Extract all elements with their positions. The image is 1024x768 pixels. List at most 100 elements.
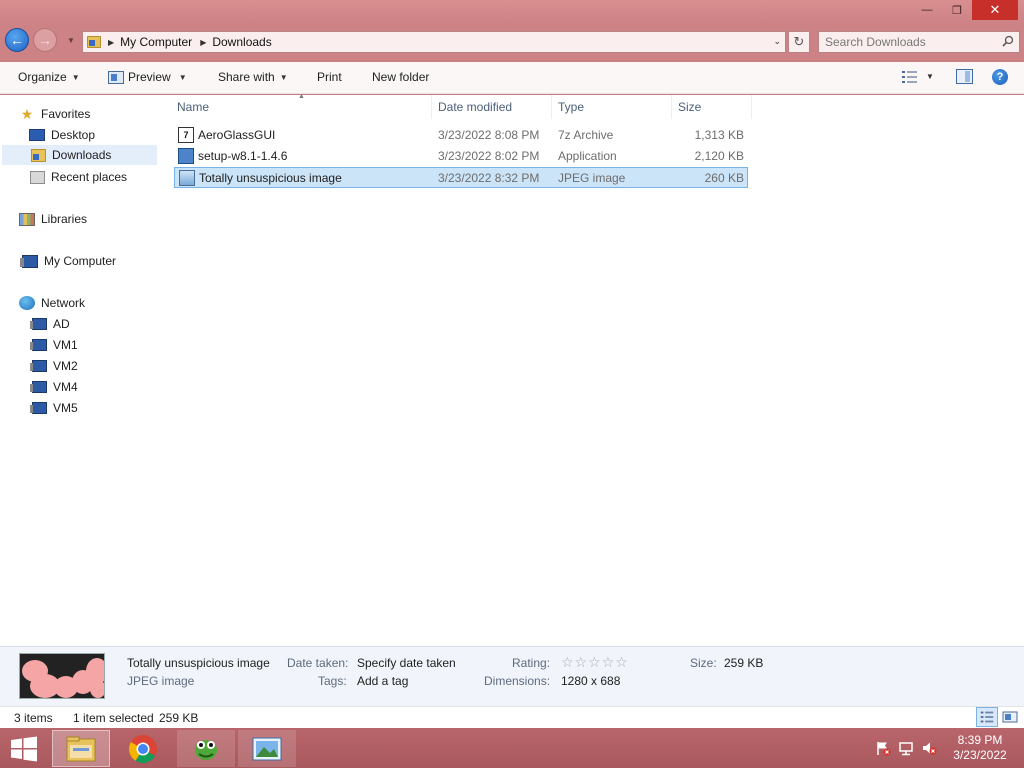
chrome-icon	[129, 734, 157, 763]
system-clock[interactable]: 8:39 PM 3/23/2022	[940, 733, 1020, 763]
restore-button[interactable]: ❐	[942, 0, 972, 20]
file-size: 2,120 KB	[694, 149, 744, 163]
rating-label: Rating:	[512, 656, 551, 670]
taskbar-file-explorer[interactable]	[52, 730, 110, 767]
details-filetype: JPEG image	[127, 674, 195, 688]
command-toolbar: Organize ▼ Preview ▼ Share with ▼ Print …	[0, 62, 1024, 94]
nav-downloads[interactable]: Downloads	[2, 145, 157, 165]
view-options-caret-icon[interactable]: ▼	[926, 72, 934, 81]
column-header-type[interactable]: Type	[552, 95, 672, 119]
taskbar-gecko-app[interactable]	[177, 730, 235, 767]
nav-label: VM1	[53, 338, 78, 352]
address-bar[interactable]: ▶ My Computer ▶ Downloads ⌄	[82, 31, 786, 53]
nav-label: Favorites	[41, 107, 91, 121]
back-button[interactable]: ←	[5, 28, 29, 52]
change-view-icon[interactable]	[902, 70, 918, 84]
nav-favorites[interactable]: ★ Favorites	[19, 104, 91, 124]
column-header-size[interactable]: Size	[672, 95, 752, 119]
rating-stars[interactable]: ☆☆☆☆☆	[561, 654, 629, 671]
size-label: Size:	[690, 656, 717, 670]
volume-muted-icon[interactable]	[921, 740, 937, 756]
share-with-button[interactable]: Share with ▼	[218, 70, 288, 84]
sort-ascending-icon: ▲	[298, 93, 305, 100]
tags-field[interactable]: Add a tag	[357, 674, 408, 688]
taskbar-photo-viewer[interactable]	[238, 730, 296, 767]
search-input[interactable]: Search Downloads	[818, 31, 1020, 53]
chevron-right-icon[interactable]: ▶	[200, 38, 206, 47]
new-folder-button[interactable]: New folder	[372, 70, 429, 84]
nav-label: AD	[53, 317, 70, 331]
nav-recent-places[interactable]: Recent places	[30, 167, 127, 187]
date-taken-field[interactable]: Specify date taken	[357, 656, 456, 670]
main-content: ★ Favorites Desktop Downloads Recent pla…	[0, 93, 1024, 646]
windows-start-icon[interactable]	[10, 736, 38, 762]
clock-time: 8:39 PM	[957, 733, 1003, 747]
computer-icon	[20, 254, 38, 268]
image-icon	[179, 170, 195, 186]
clock-date: 3/23/2022	[953, 748, 1007, 762]
nav-label: Libraries	[41, 212, 88, 226]
window-controls: — ❐ ✕	[912, 0, 1018, 20]
nav-network-host[interactable]: VM2	[30, 356, 78, 376]
column-label: Name	[177, 100, 210, 114]
search-icon[interactable]	[1002, 35, 1014, 47]
file-type: JPEG image	[558, 171, 626, 185]
nav-libraries[interactable]: Libraries	[19, 209, 87, 229]
column-header-date-modified[interactable]: Date modified	[432, 95, 552, 119]
caret-down-icon: ▼	[71, 72, 80, 82]
preview-button[interactable]: Preview ▼	[108, 70, 187, 84]
folder-icon	[87, 36, 101, 48]
taskbar	[0, 728, 1024, 768]
nav-network-host[interactable]: VM4	[30, 377, 78, 397]
breadcrumb-my-computer[interactable]: My Computer	[120, 35, 192, 49]
column-header-name[interactable]: Name ▲	[160, 93, 432, 119]
network-icon	[19, 296, 35, 310]
navigation-bar: ← → ▼ ▶ My Computer ▶ Downloads ⌄ ↻ Sear…	[0, 24, 1024, 60]
file-type: Application	[558, 149, 617, 163]
print-button[interactable]: Print	[317, 70, 342, 84]
search-placeholder: Search Downloads	[825, 35, 926, 49]
nav-network[interactable]: Network	[19, 293, 85, 313]
recent-places-icon	[30, 170, 45, 184]
forward-button[interactable]: →	[33, 28, 57, 52]
file-explorer-icon	[66, 736, 96, 761]
refresh-button[interactable]: ↻	[788, 31, 810, 53]
organize-button[interactable]: Organize ▼	[18, 70, 80, 84]
date-taken-label: Date taken:	[287, 656, 349, 670]
nav-my-computer[interactable]: My Computer	[20, 251, 116, 271]
taskbar-chrome[interactable]	[114, 730, 172, 767]
nav-network-host[interactable]: AD	[30, 314, 70, 334]
close-button[interactable]: ✕	[972, 0, 1018, 20]
file-row[interactable]: 7 AeroGlassGUI 3/23/2022 8:08 PM 7z Arch…	[174, 125, 748, 146]
file-row[interactable]: setup-w8.1-1.4.6 3/23/2022 8:02 PM Appli…	[174, 146, 748, 167]
file-name: AeroGlassGUI	[198, 128, 276, 142]
gecko-app-icon	[195, 739, 217, 760]
network-status-icon[interactable]	[898, 740, 914, 756]
details-view-icon[interactable]	[976, 707, 998, 727]
nav-label: Recent places	[51, 170, 128, 184]
nav-network-host[interactable]: VM5	[30, 398, 78, 418]
column-label: Size	[678, 100, 702, 114]
network-computer-icon	[30, 318, 47, 330]
share-with-label: Share with	[218, 70, 275, 84]
help-icon[interactable]: ?	[992, 69, 1008, 85]
file-name: Totally unsuspicious image	[199, 171, 342, 185]
nav-label: VM2	[53, 359, 78, 373]
preview-pane-icon[interactable]	[956, 69, 973, 84]
file-type: 7z Archive	[558, 128, 614, 142]
nav-network-host[interactable]: VM1	[30, 335, 78, 355]
chevron-down-icon[interactable]: ⌄	[773, 36, 781, 47]
recent-locations-dropdown[interactable]: ▼	[67, 36, 75, 45]
large-icons-view-icon[interactable]	[1000, 707, 1020, 727]
nav-label: VM4	[53, 380, 78, 394]
file-row-selected[interactable]: Totally unsuspicious image 3/23/2022 8:3…	[174, 167, 748, 188]
dimensions-label: Dimensions:	[484, 674, 551, 688]
nav-label: Network	[41, 296, 86, 310]
action-center-flag-icon[interactable]	[875, 740, 891, 756]
breadcrumb-downloads[interactable]: Downloads	[212, 35, 271, 49]
selection-count: 1 item selected	[73, 711, 154, 725]
chevron-right-icon[interactable]: ▶	[108, 38, 114, 47]
selection-size: 259 KB	[159, 711, 199, 725]
nav-desktop[interactable]: Desktop	[29, 125, 95, 145]
minimize-button[interactable]: —	[912, 0, 942, 20]
